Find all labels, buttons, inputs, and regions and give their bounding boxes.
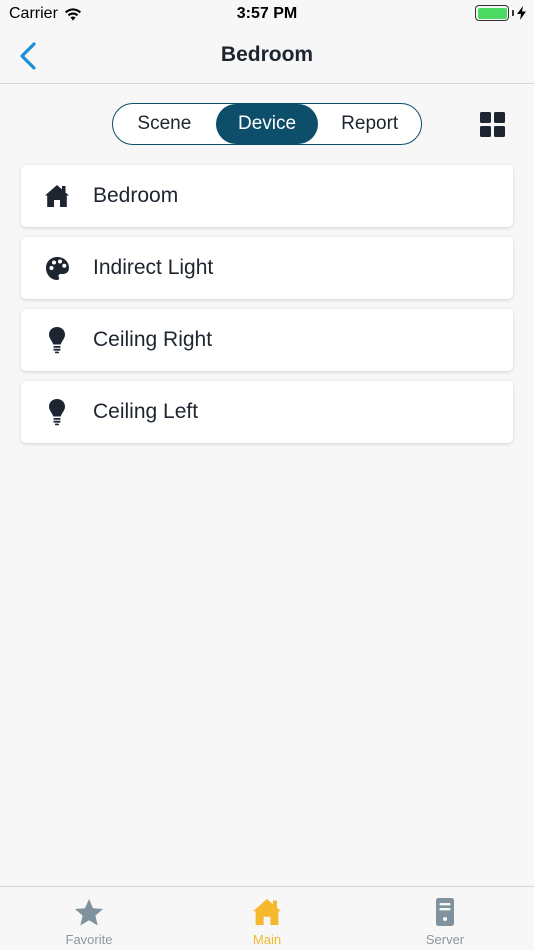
tab-label: Main [252, 932, 282, 947]
device-item-label: Bedroom [93, 184, 179, 207]
status-bar: Carrier 3:57 PM [0, 0, 534, 28]
tab-label: Favorite [65, 932, 113, 947]
tab-label: Server [425, 932, 465, 947]
charging-bolt-icon [517, 6, 526, 20]
navigation-bar: Bedroom [0, 28, 534, 84]
device-item-ceiling-right[interactable]: Ceiling Right [21, 309, 513, 371]
tab-favorite[interactable]: Favorite [0, 887, 178, 950]
device-item-ceiling-left[interactable]: Ceiling Left [21, 381, 513, 443]
segment-report[interactable]: Report [318, 104, 421, 144]
star-icon [74, 897, 104, 927]
tab-server[interactable]: Server [356, 887, 534, 950]
device-item-label: Indirect Light [93, 256, 214, 279]
device-item-bedroom[interactable]: Bedroom [21, 165, 513, 227]
device-list: Bedroom Indirect Light Ceiling Right Cei… [21, 165, 513, 453]
status-right [475, 5, 526, 21]
segment-device[interactable]: Device [215, 104, 319, 144]
device-item-indirect-light[interactable]: Indirect Light [21, 237, 513, 299]
grid-icon [480, 112, 505, 137]
device-item-label: Ceiling Right [93, 328, 213, 351]
server-icon [430, 897, 460, 927]
battery-cap [512, 10, 514, 16]
status-time: 3:57 PM [236, 5, 298, 22]
tab-bar: Favorite Main Server [0, 886, 534, 950]
lightbulb-icon [44, 399, 70, 426]
lightbulb-icon [44, 327, 70, 354]
battery-icon [475, 5, 509, 21]
page-title: Bedroom [220, 43, 314, 66]
view-segmented-control: Scene Device Report [112, 103, 422, 145]
grid-view-button[interactable] [480, 112, 505, 137]
tab-main[interactable]: Main [178, 887, 356, 950]
palette-icon [44, 255, 70, 281]
segment-scene[interactable]: Scene [113, 104, 216, 144]
home-icon [252, 897, 282, 927]
home-icon [44, 183, 70, 209]
device-item-label: Ceiling Left [93, 400, 199, 423]
